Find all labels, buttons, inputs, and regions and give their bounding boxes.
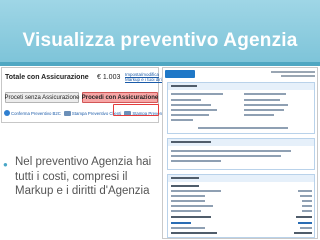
doc-header-line [281, 75, 315, 77]
text-line [300, 227, 312, 229]
text-line [198, 127, 288, 129]
text-line [302, 200, 312, 202]
text-line [171, 104, 211, 106]
doc-header-line [271, 71, 315, 73]
text-line [171, 119, 193, 121]
text-line [294, 232, 312, 234]
text-line [302, 210, 312, 212]
text-line [171, 200, 205, 202]
text-line [244, 93, 286, 95]
proceed-with-insurance-button[interactable]: Procedi con Assicurazione [82, 92, 158, 103]
text-line [171, 195, 205, 197]
text-line [171, 99, 201, 101]
slide-header: Visualizza preventivo Agenzia [0, 0, 320, 66]
total-value: € 1.003 [97, 74, 121, 81]
text-line [171, 190, 221, 192]
text-line [171, 93, 223, 95]
text-line [171, 85, 197, 87]
text-line [171, 205, 213, 207]
confirm-b2c-label: Conferma Preventivo B2C [11, 110, 61, 116]
text-line [244, 114, 274, 116]
text-line [244, 99, 280, 101]
text-line [171, 109, 217, 111]
print-agency-highlight [113, 104, 159, 116]
agency-quote-document [162, 67, 318, 239]
text-line [171, 150, 291, 152]
quote-actions: Conferma Preventivo B2C Stampa Preventiv… [4, 108, 188, 118]
slide-title: Visualizza preventivo Agenzia [22, 30, 298, 51]
total-label: Totale con Assicurazione [5, 74, 89, 81]
bullet-text: Nel preventivo Agenzia hai tutti i costi… [15, 156, 152, 197]
text-line [302, 205, 312, 207]
text-line [298, 190, 312, 192]
confirm-icon [4, 110, 10, 116]
edit-link-line-2: Markup e i tuoi diritti d'agenzia [125, 77, 186, 82]
doc-section-costs [167, 174, 315, 238]
text-line [298, 222, 312, 224]
text-line [300, 195, 312, 197]
text-line [171, 160, 221, 162]
doc-section-services [167, 138, 315, 170]
confirm-b2c-action[interactable]: Conferma Preventivo B2C [4, 110, 61, 116]
doc-section-trip [167, 82, 315, 134]
print-icon [63, 110, 71, 116]
bullet-dot-icon: ● [3, 160, 8, 169]
text-line [171, 177, 199, 179]
text-line [171, 227, 205, 229]
text-line [296, 216, 312, 218]
header-strip [0, 62, 320, 66]
text-line [171, 232, 217, 234]
proceed-without-insurance-button[interactable]: Proceti senza Assicurazione [4, 92, 80, 103]
text-line [171, 216, 211, 218]
text-line [171, 210, 201, 212]
text-line [244, 104, 288, 106]
text-line [171, 222, 191, 224]
text-line [244, 109, 284, 111]
text-line [171, 155, 281, 157]
doc-logo [165, 70, 195, 78]
text-line [171, 185, 199, 187]
text-line [171, 141, 211, 143]
markup-edit-link[interactable]: Imposta/modifica Markup e i tuoi diritti… [125, 72, 186, 82]
text-line [171, 114, 209, 116]
